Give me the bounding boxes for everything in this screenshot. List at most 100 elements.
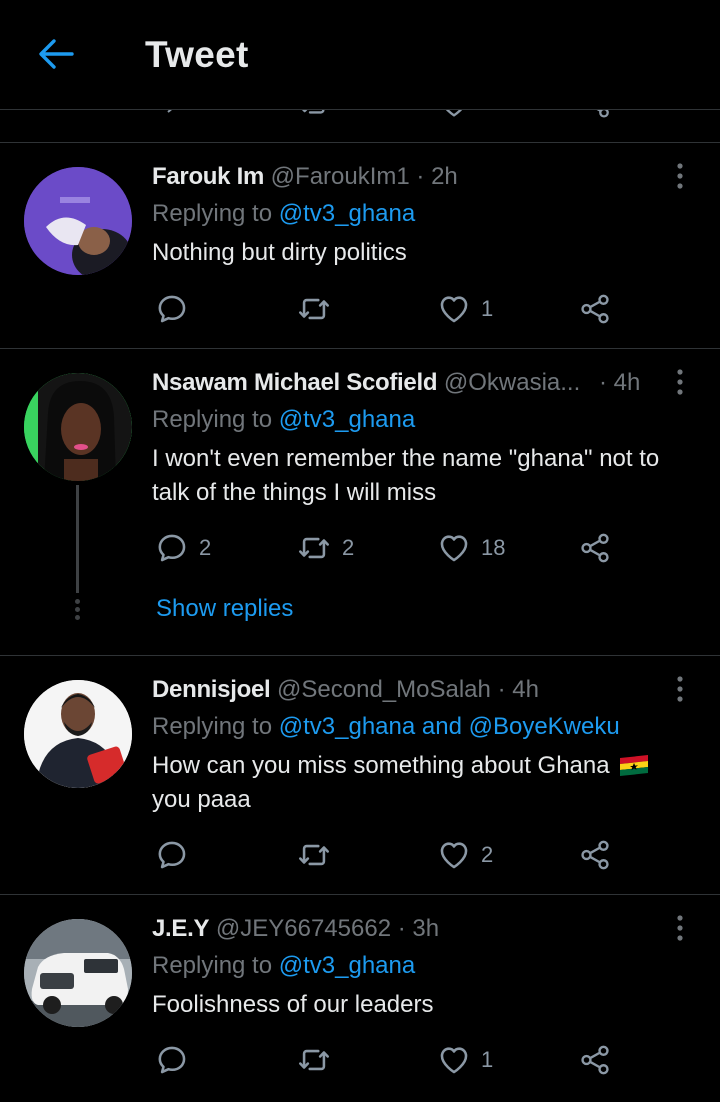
thread-line bbox=[76, 485, 79, 593]
retweet-icon bbox=[296, 1043, 332, 1077]
header-divider bbox=[0, 109, 720, 110]
tweet-text: Nothing but dirty politics bbox=[152, 239, 407, 266]
reply-count: 2 bbox=[199, 535, 212, 560]
display-name[interactable]: Nsawam Michael Scofield bbox=[152, 369, 438, 396]
avatar[interactable] bbox=[24, 373, 132, 481]
user-handle[interactable]: @FaroukIm1 bbox=[271, 163, 410, 190]
display-name[interactable]: Farouk Im bbox=[152, 163, 264, 190]
share-button[interactable] bbox=[578, 1042, 612, 1078]
reply-button[interactable]: 2 bbox=[155, 530, 211, 566]
like-count: 1 bbox=[481, 296, 494, 321]
mention-link[interactable]: @tv3_ghana bbox=[279, 200, 415, 227]
reply-tweet[interactable]: Farouk Im @FaroukIm1 · 2h Replying to @t… bbox=[0, 143, 720, 348]
timestamp: · 2h bbox=[416, 163, 458, 190]
more-options-icon[interactable] bbox=[670, 161, 690, 191]
like-button[interactable]: 1 bbox=[437, 291, 493, 327]
replying-to-label: Replying to bbox=[152, 952, 273, 979]
avatar-image bbox=[24, 167, 132, 275]
show-replies-link[interactable]: Show replies bbox=[156, 595, 293, 623]
avatar[interactable] bbox=[24, 919, 132, 1027]
tweet-text: I won't even remember the name "ghana" n… bbox=[152, 445, 660, 506]
reply-icon bbox=[155, 1043, 189, 1077]
display-name[interactable]: J.E.Y bbox=[152, 915, 210, 942]
tweet-text-line2: you paaa bbox=[152, 786, 251, 813]
avatar[interactable] bbox=[24, 680, 132, 788]
share-icon[interactable] bbox=[580, 110, 612, 120]
user-handle[interactable]: @Okwasia... bbox=[444, 369, 580, 396]
avatar-image bbox=[24, 373, 132, 481]
like-count: 2 bbox=[481, 842, 494, 867]
share-icon bbox=[578, 292, 612, 326]
like-count: 1 bbox=[481, 1047, 494, 1072]
share-icon bbox=[578, 1043, 612, 1077]
reply-button[interactable] bbox=[155, 837, 189, 873]
reply-tweet[interactable]: Nsawam Michael Scofield @Okwasia... · 4h… bbox=[0, 349, 720, 655]
like-icon bbox=[437, 838, 471, 872]
timestamp: · 3h bbox=[397, 915, 440, 942]
reply-icon bbox=[155, 292, 189, 326]
tweet-text-line1: How can you miss something about Ghana bbox=[152, 752, 610, 779]
replying-to: Replying to @tv3_ghana bbox=[152, 952, 415, 980]
like-icon[interactable] bbox=[438, 110, 470, 120]
replying-to-label: Replying to bbox=[152, 713, 273, 740]
reply-tweet[interactable]: J.E.Y @JEY66745662 · 3h Replying to @tv3… bbox=[0, 895, 720, 1100]
tweet-text: How can you miss something about Ghana y… bbox=[152, 749, 692, 817]
like-icon bbox=[437, 292, 471, 326]
tweet-header: Nsawam Michael Scofield @Okwasia... · 4h bbox=[152, 369, 640, 397]
share-icon bbox=[578, 838, 612, 872]
reply-icon bbox=[155, 838, 189, 872]
like-icon bbox=[437, 1043, 471, 1077]
user-handle[interactable]: @Second_MoSalah bbox=[277, 676, 491, 703]
page-title: Tweet bbox=[145, 34, 249, 75]
mention-link[interactable]: @tv3_ghana bbox=[279, 406, 415, 433]
like-button[interactable]: 1 bbox=[437, 1042, 493, 1078]
like-button[interactable]: 2 bbox=[437, 837, 493, 873]
like-button[interactable]: 18 bbox=[437, 530, 505, 566]
share-button[interactable] bbox=[578, 837, 612, 873]
mention-link[interactable]: @tv3_ghana and @BoyeKweku bbox=[279, 713, 620, 740]
retweet-icon bbox=[296, 292, 332, 326]
replying-to-label: Replying to bbox=[152, 200, 273, 227]
retweet-count: 2 bbox=[342, 535, 355, 560]
reply-button[interactable] bbox=[155, 1042, 189, 1078]
display-name[interactable]: Dennisjoel bbox=[152, 676, 271, 703]
retweet-icon bbox=[296, 531, 332, 565]
timestamp: · 4h bbox=[497, 676, 539, 703]
tweet-text: Foolishness of our leaders bbox=[152, 991, 434, 1018]
retweet-icon bbox=[296, 838, 332, 872]
retweet-button[interactable] bbox=[296, 291, 332, 327]
top-bar: Tweet bbox=[0, 0, 720, 110]
reply-icon[interactable] bbox=[158, 110, 190, 118]
avatar[interactable] bbox=[24, 167, 132, 275]
tweet-header: Farouk Im @FaroukIm1 · 2h bbox=[152, 163, 458, 191]
timestamp: · 4h bbox=[598, 369, 641, 396]
share-button[interactable] bbox=[578, 530, 612, 566]
tweet-header: Dennisjoel @Second_MoSalah · 4h bbox=[152, 676, 539, 704]
like-count: 18 bbox=[481, 535, 506, 560]
share-icon bbox=[578, 531, 612, 565]
avatar-image bbox=[24, 680, 132, 788]
retweet-button[interactable]: 2 bbox=[296, 530, 354, 566]
more-options-icon[interactable] bbox=[670, 913, 690, 943]
replying-to: Replying to @tv3_ghana bbox=[152, 200, 415, 228]
reply-tweet[interactable]: Dennisjoel @Second_MoSalah · 4h Replying… bbox=[0, 656, 720, 894]
mention-link[interactable]: @tv3_ghana bbox=[279, 952, 415, 979]
replying-to: Replying to @tv3_ghana bbox=[152, 406, 415, 434]
share-button[interactable] bbox=[578, 291, 612, 327]
thread-more-dots bbox=[75, 599, 80, 623]
ghana-flag-icon bbox=[620, 755, 649, 776]
replying-to-label: Replying to bbox=[152, 406, 273, 433]
avatar-image bbox=[24, 919, 132, 1027]
like-icon bbox=[437, 531, 471, 565]
more-options-icon[interactable] bbox=[670, 674, 690, 704]
tweet-header: J.E.Y @JEY66745662 · 3h bbox=[152, 915, 439, 943]
retweet-button[interactable] bbox=[296, 837, 332, 873]
replying-to: Replying to @tv3_ghana and @BoyeKweku bbox=[152, 713, 620, 741]
more-options-icon[interactable] bbox=[670, 367, 690, 397]
retweet-icon[interactable] bbox=[298, 110, 330, 120]
reply-button[interactable] bbox=[155, 291, 189, 327]
back-arrow-icon[interactable] bbox=[36, 36, 76, 72]
previous-tweet-actions bbox=[0, 110, 720, 142]
retweet-button[interactable] bbox=[296, 1042, 332, 1078]
user-handle[interactable]: @JEY66745662 bbox=[216, 915, 391, 942]
